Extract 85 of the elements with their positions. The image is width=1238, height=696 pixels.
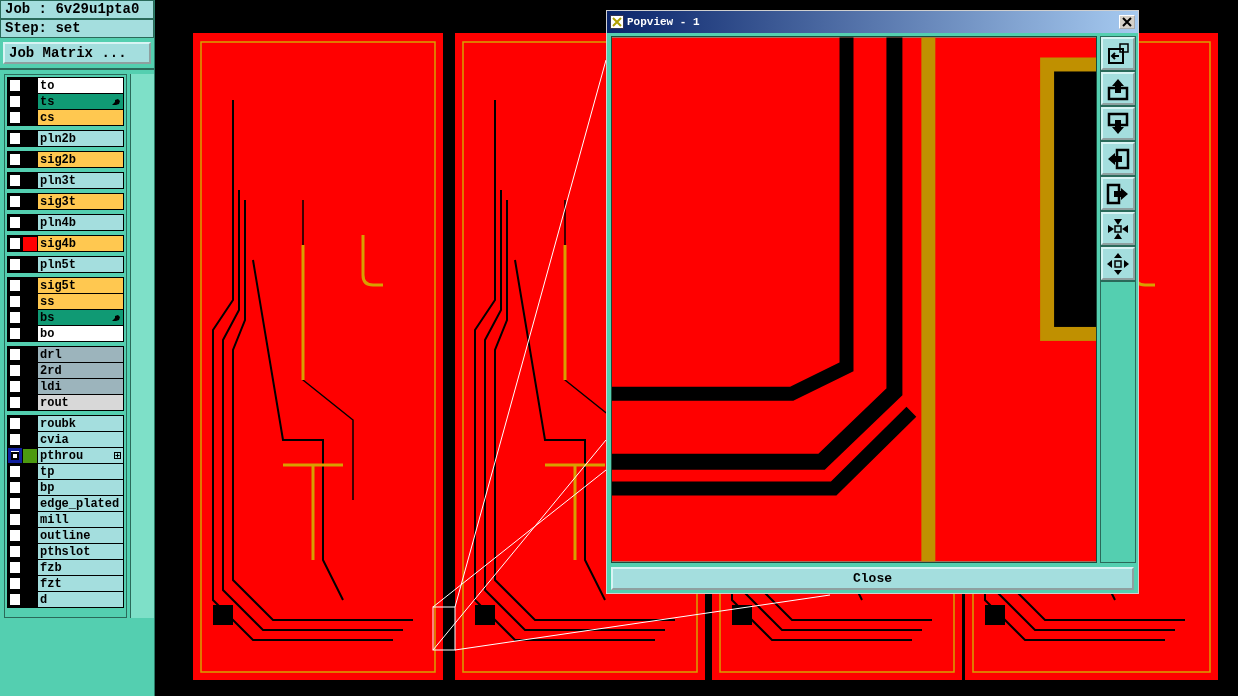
layer-checkbox[interactable] bbox=[8, 326, 22, 341]
layer-checkbox[interactable] bbox=[8, 528, 22, 543]
layer-name[interactable]: fzt bbox=[38, 576, 123, 591]
layer-name[interactable]: d bbox=[38, 592, 123, 607]
right-arrow-button[interactable] bbox=[1101, 177, 1135, 210]
layer-name[interactable]: pthrou bbox=[38, 448, 123, 463]
layer-name[interactable]: tp bbox=[38, 464, 123, 479]
window-arrow-icon bbox=[1106, 41, 1130, 66]
layer-name[interactable]: cs bbox=[38, 110, 123, 125]
layer-name[interactable]: sig2b bbox=[38, 152, 123, 167]
layer-name[interactable]: rout bbox=[38, 395, 123, 410]
inward-arrows-icon bbox=[1106, 216, 1130, 241]
layer-name[interactable]: pln5t bbox=[38, 257, 123, 272]
right-arrow-icon bbox=[1106, 181, 1130, 206]
layer-name[interactable]: fzb bbox=[38, 560, 123, 575]
up-arrow-button[interactable] bbox=[1101, 72, 1135, 105]
layer-checkbox[interactable] bbox=[8, 464, 22, 479]
layer-name[interactable]: roubk bbox=[38, 416, 123, 431]
layer-name[interactable]: pthslot bbox=[38, 544, 123, 559]
window-arrow-button[interactable] bbox=[1101, 37, 1135, 70]
job-name: Job : 6v29u1pta0 bbox=[0, 0, 154, 19]
layer-checkbox[interactable] bbox=[8, 310, 22, 325]
layer-checkbox[interactable] bbox=[8, 496, 22, 511]
component-pad bbox=[213, 605, 233, 625]
close-icon[interactable] bbox=[1119, 15, 1135, 29]
layer-checkbox[interactable] bbox=[8, 294, 22, 309]
layer-name[interactable]: 2rd bbox=[38, 363, 123, 378]
layer-name[interactable]: pln4b bbox=[38, 215, 123, 230]
layer-checkbox[interactable] bbox=[8, 560, 22, 575]
layer-name[interactable]: cvia bbox=[38, 432, 123, 447]
layer-name[interactable]: sig3t bbox=[38, 194, 123, 209]
layer-checkbox[interactable] bbox=[8, 416, 22, 431]
outward-arrows-button[interactable] bbox=[1101, 247, 1135, 280]
layer-checkbox[interactable] bbox=[8, 432, 22, 447]
scroll-bar[interactable] bbox=[130, 74, 154, 618]
layer-name[interactable]: outline bbox=[38, 528, 123, 543]
down-arrow-button[interactable] bbox=[1101, 107, 1135, 140]
layer-name[interactable]: edge_plated bbox=[38, 496, 123, 511]
app-icon bbox=[610, 15, 624, 29]
job-matrix-button[interactable]: Job Matrix ... bbox=[3, 42, 151, 64]
layer-checkbox[interactable] bbox=[8, 215, 22, 230]
component-pad bbox=[985, 605, 1005, 625]
layer-checkbox[interactable] bbox=[8, 110, 22, 125]
layer-checkbox[interactable] bbox=[8, 363, 22, 378]
layer-name[interactable]: to bbox=[38, 78, 123, 93]
layer-checkbox[interactable] bbox=[8, 480, 22, 495]
layer-checkbox[interactable] bbox=[8, 512, 22, 527]
layer-name[interactable]: ss bbox=[38, 294, 123, 309]
window-title: Popview - 1 bbox=[627, 16, 701, 28]
layer-checkbox[interactable] bbox=[8, 576, 22, 591]
layer-name[interactable]: pln2b bbox=[38, 131, 123, 146]
left-arrow-icon bbox=[1106, 146, 1130, 171]
component-pad bbox=[732, 605, 752, 625]
layer-checkbox[interactable] bbox=[8, 448, 22, 463]
layer-checkbox[interactable] bbox=[8, 257, 22, 272]
down-arrow-icon bbox=[1106, 111, 1130, 136]
left-arrow-button[interactable] bbox=[1101, 142, 1135, 175]
step-name: Step: set bbox=[0, 19, 154, 38]
layer-checkbox[interactable] bbox=[8, 347, 22, 362]
layer-checkbox[interactable] bbox=[8, 78, 22, 93]
layer-checkbox[interactable] bbox=[8, 379, 22, 394]
layer-name[interactable]: bs bbox=[38, 310, 123, 325]
layer-name[interactable]: bp bbox=[38, 480, 123, 495]
layer-checkbox[interactable] bbox=[8, 152, 22, 167]
layer-checkbox[interactable] bbox=[8, 94, 22, 109]
layer-name[interactable]: ts bbox=[38, 94, 123, 109]
outward-arrows-icon bbox=[1106, 251, 1130, 276]
layer-checkbox[interactable] bbox=[8, 278, 22, 293]
layer-name[interactable]: sig4b bbox=[38, 236, 123, 251]
layer-checkbox[interactable] bbox=[8, 194, 22, 209]
layer-checkbox[interactable] bbox=[8, 592, 22, 607]
layer-name[interactable]: drl bbox=[38, 347, 123, 362]
layer-checkbox[interactable] bbox=[8, 173, 22, 188]
layer-name[interactable]: ldi bbox=[38, 379, 123, 394]
layer-checkbox[interactable] bbox=[8, 395, 22, 410]
close-button[interactable]: Close bbox=[611, 567, 1134, 590]
component-pad bbox=[475, 605, 495, 625]
layer-name[interactable]: mill bbox=[38, 512, 123, 527]
layer-checkbox[interactable] bbox=[8, 131, 22, 146]
layer-name[interactable]: pln3t bbox=[38, 173, 123, 188]
inward-arrows-button[interactable] bbox=[1101, 212, 1135, 245]
layer-name[interactable]: bo bbox=[38, 326, 123, 341]
layer-checkbox[interactable] bbox=[8, 236, 22, 251]
layer-checkbox[interactable] bbox=[8, 544, 22, 559]
layer-name[interactable]: sig5t bbox=[38, 278, 123, 293]
